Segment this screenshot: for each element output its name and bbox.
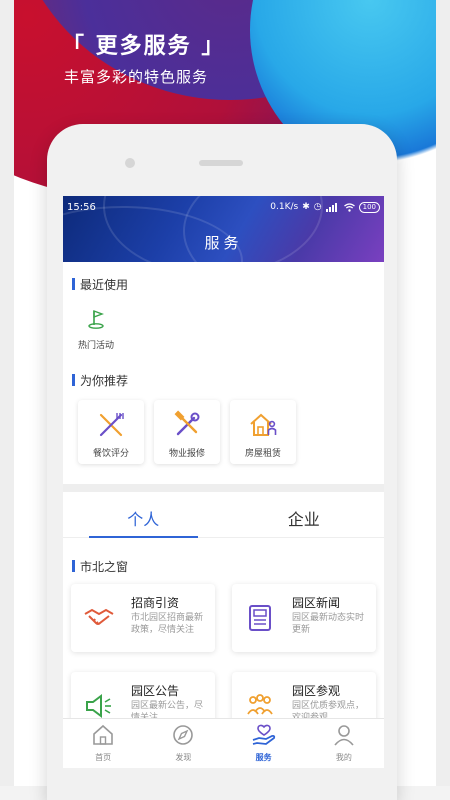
recommend-card-rental[interactable]: 房屋租赁 xyxy=(230,400,296,464)
card-title: 园区新闻 xyxy=(292,596,341,610)
home-icon xyxy=(93,724,113,745)
alarm-icon: ◷ xyxy=(313,202,322,212)
recommend-section-title: 为你推荐 xyxy=(63,372,384,388)
recent-item-label: 热门活动 xyxy=(77,341,114,351)
nav-home[interactable]: 首页 xyxy=(63,719,143,768)
card-description: 园区最新动态实时更新 xyxy=(292,613,365,635)
tab-bar: 个人 企业 xyxy=(63,500,384,538)
card-investment[interactable]: 招商引资 市北园区招商最新政策，尽情关注 xyxy=(71,584,215,652)
recommend-card-label: 物业报修 xyxy=(168,449,205,459)
phone-camera xyxy=(125,158,135,168)
window-section-title: 市北之窗 xyxy=(63,558,384,574)
recommend-card-repair[interactable]: 物业报修 xyxy=(154,400,220,464)
fork-knife-icon xyxy=(99,413,124,437)
bluetooth-icon: ✱ xyxy=(302,202,310,212)
promo-subtitle: 丰富多彩的特色服务 xyxy=(64,68,209,86)
flag-icon xyxy=(88,309,104,329)
card-description: 市北园区招商最新政策，尽情关注 xyxy=(131,613,204,635)
recommend-cards: 餐饮评分 物业报修 房屋租赁 xyxy=(78,400,296,464)
recommend-card-label: 房屋租赁 xyxy=(244,449,281,459)
card-title: 园区公告 xyxy=(131,684,180,698)
status-bar: 15:56 0.1K/s ✱ ◷ 100 xyxy=(67,200,380,214)
battery-icon: 100 xyxy=(358,201,380,213)
service-hand-icon xyxy=(252,724,275,745)
recent-section: 最近使用 热门活动 xyxy=(63,276,384,351)
promo-title: 「 更多服务 」 xyxy=(62,34,226,59)
wrench-hammer-icon xyxy=(174,410,200,436)
card-park-news[interactable]: 园区新闻 园区最新动态实时更新 xyxy=(232,584,376,652)
page-title: 服务 xyxy=(204,234,243,252)
app-header: 15:56 0.1K/s ✱ ◷ 100 服务 xyxy=(63,196,384,262)
nav-profile[interactable]: 我的 xyxy=(304,719,384,768)
house-person-icon xyxy=(250,413,277,436)
phone-speaker xyxy=(199,160,243,166)
recent-section-title: 最近使用 xyxy=(63,276,384,292)
status-time: 15:56 xyxy=(67,201,96,213)
card-title: 园区参观 xyxy=(292,684,341,698)
right-edge-strip xyxy=(436,0,450,800)
status-indicators: 0.1K/s ✱ ◷ 100 xyxy=(270,201,380,213)
section-divider xyxy=(63,484,384,492)
left-edge-strip xyxy=(0,0,14,800)
newspaper-icon xyxy=(249,605,271,631)
nav-services[interactable]: 服务 xyxy=(224,719,304,768)
bottom-navigation: 首页 发现 服务 我的 xyxy=(63,718,384,768)
card-title: 招商引资 xyxy=(131,596,180,610)
signal-icon xyxy=(325,202,337,212)
handshake-icon xyxy=(84,608,114,625)
recommend-card-label: 餐饮评分 xyxy=(92,449,129,459)
recommend-card-dining[interactable]: 餐饮评分 xyxy=(78,400,144,464)
tab-enterprise[interactable]: 企业 xyxy=(224,500,385,537)
compass-icon xyxy=(173,725,194,745)
wifi-icon xyxy=(343,202,355,212)
network-speed: 0.1K/s xyxy=(270,202,299,212)
profile-icon xyxy=(334,725,354,746)
nav-discover[interactable]: 发现 xyxy=(143,719,223,768)
app-screen: 15:56 0.1K/s ✱ ◷ 100 服务 最近使用 热门活动 为你推荐 餐… xyxy=(63,196,384,768)
recent-item-hot-activities[interactable]: 热门活动 xyxy=(71,308,121,351)
tab-personal[interactable]: 个人 xyxy=(63,500,224,538)
